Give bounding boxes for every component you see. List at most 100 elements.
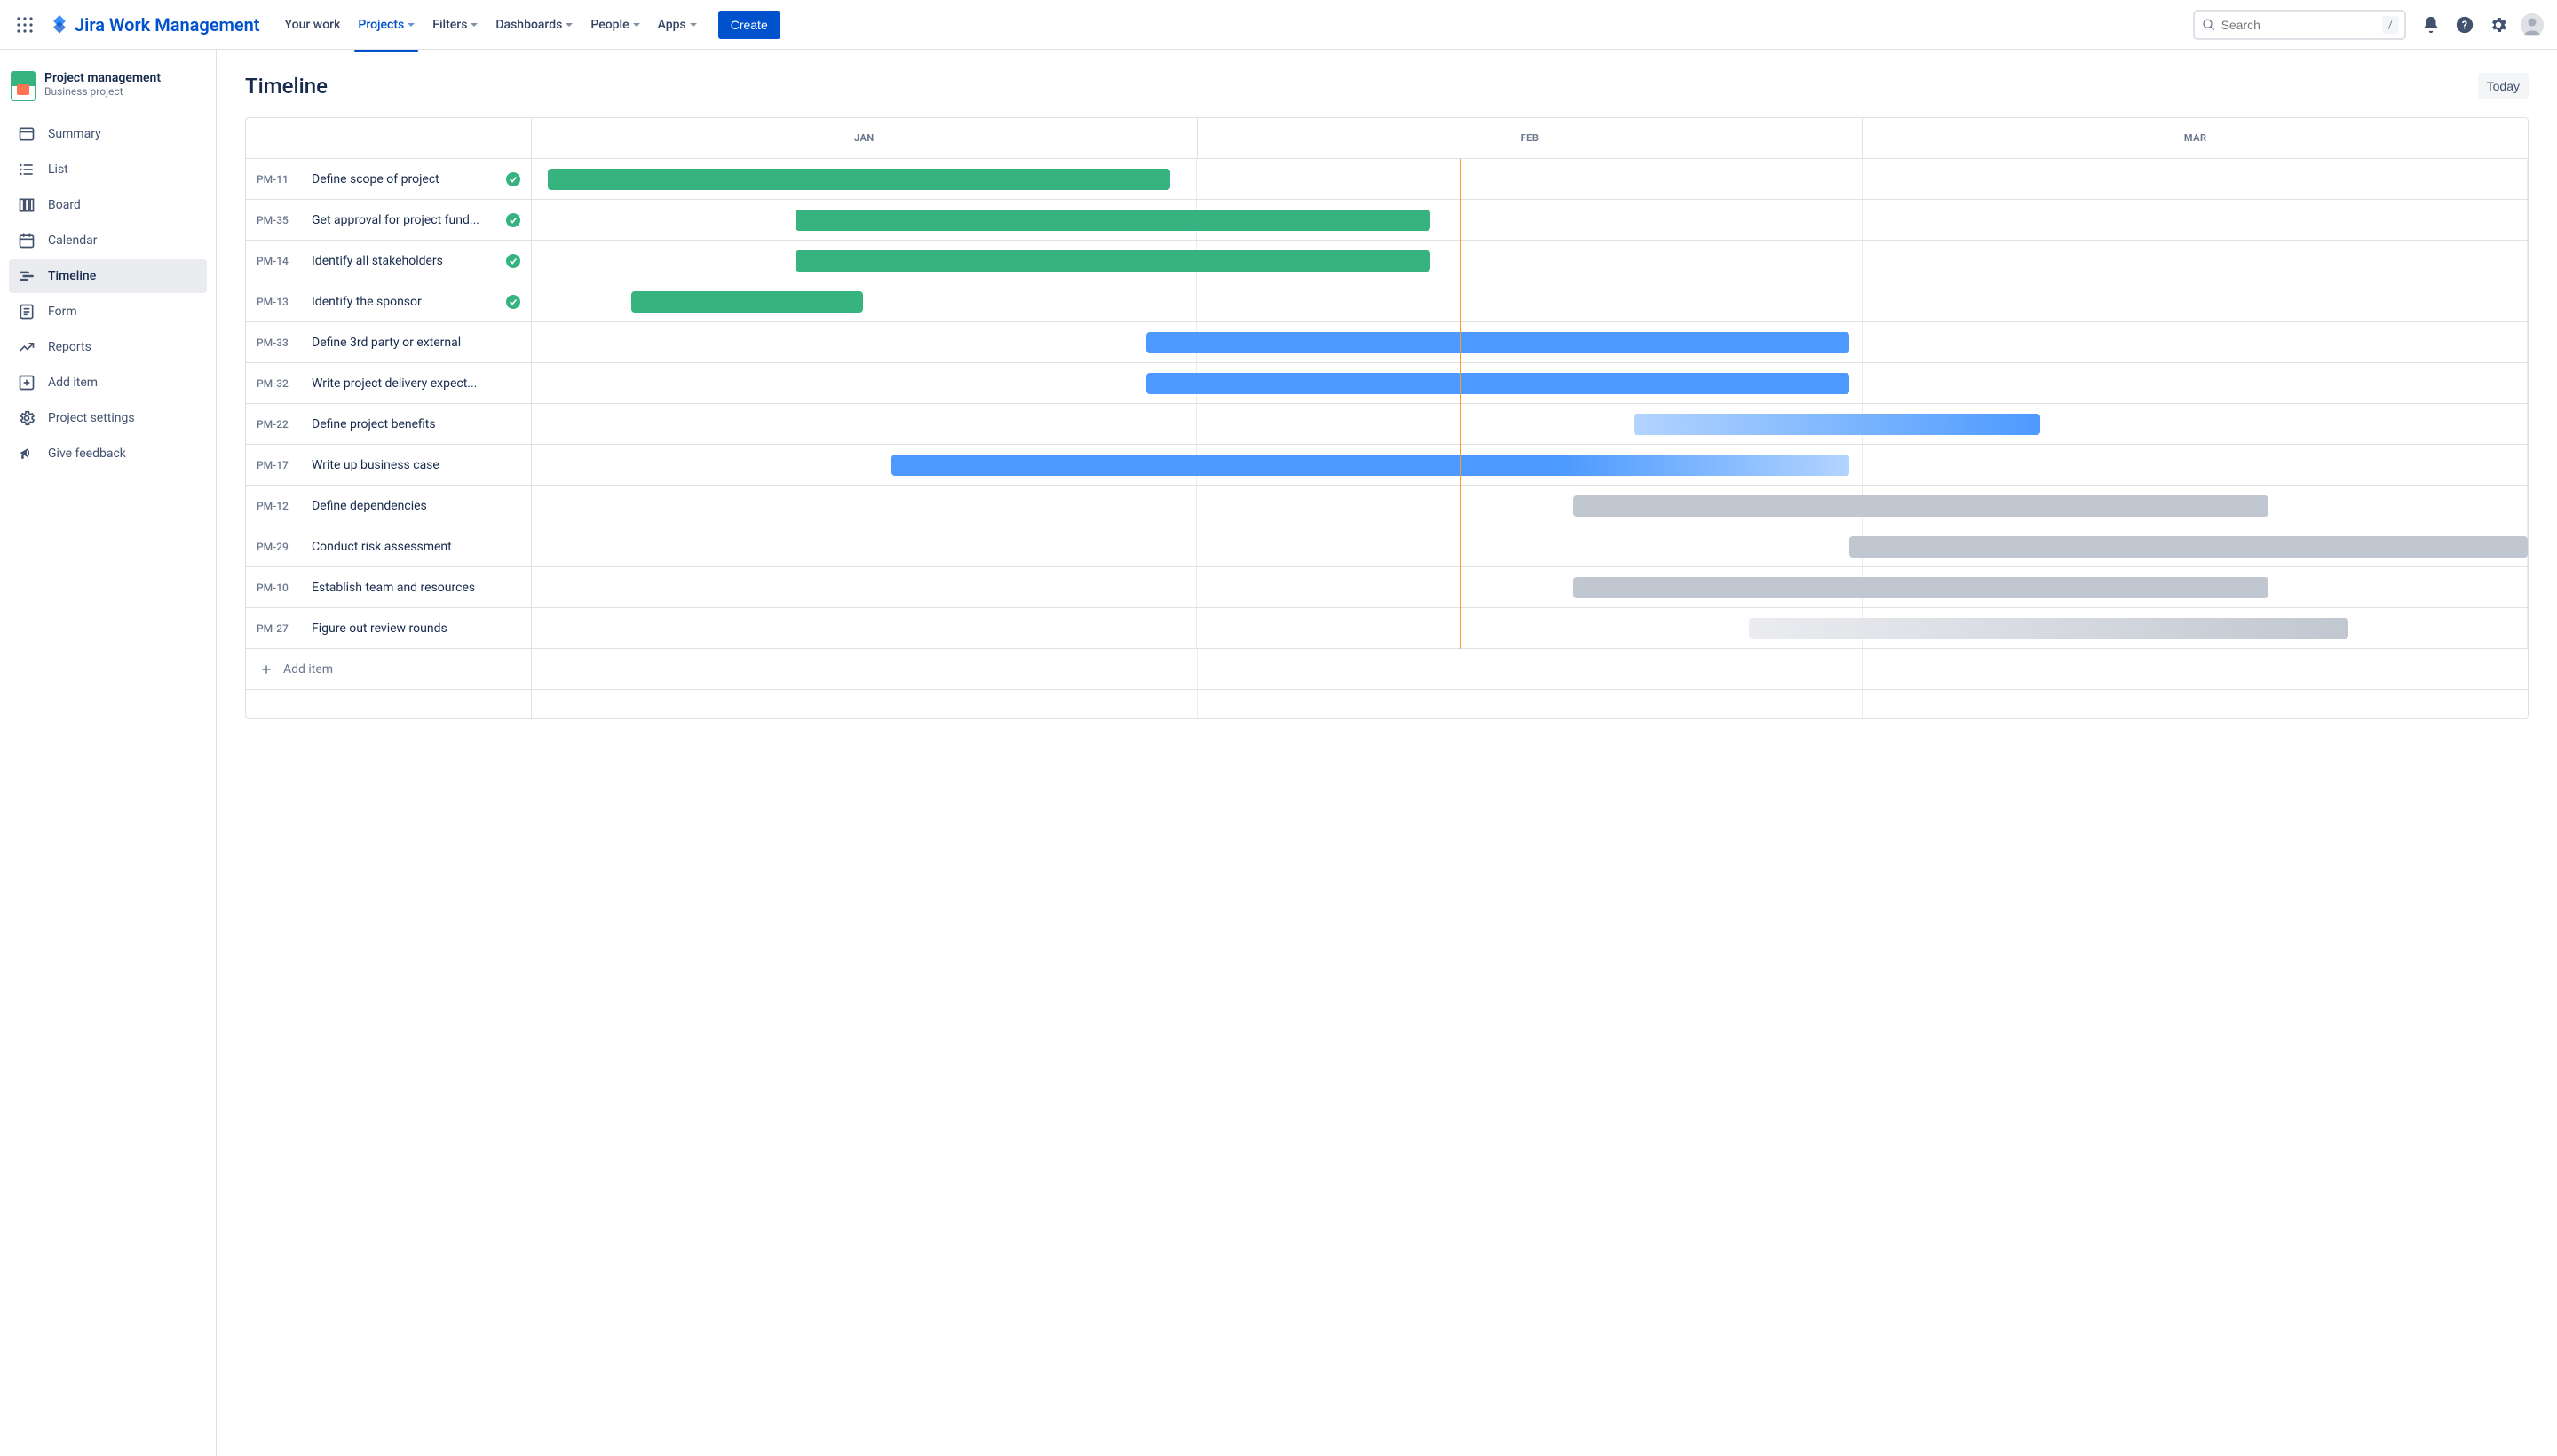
task-name: Write project delivery expect... (312, 376, 520, 391)
gantt-cell (532, 159, 2528, 199)
gantt-bar[interactable] (796, 210, 1430, 231)
sidebar-item-calendar[interactable]: Calendar (9, 224, 207, 257)
jira-icon (50, 15, 69, 35)
task-cell[interactable]: PM-33Define 3rd party or external (246, 322, 532, 362)
timeline-row: PM-29Conduct risk assessment (246, 526, 2528, 567)
task-name: Write up business case (312, 458, 520, 472)
product-logo[interactable]: Jira Work Management (43, 14, 267, 36)
gantt-bar[interactable] (1573, 577, 2268, 598)
page-title: Timeline (245, 74, 328, 99)
task-cell[interactable]: PM-35Get approval for project fund... (246, 200, 532, 240)
task-column-header (246, 118, 532, 159)
create-button[interactable]: Create (718, 11, 780, 39)
task-id: PM-13 (257, 296, 299, 308)
sidebar-item-project-settings[interactable]: Project settings (9, 401, 207, 435)
task-id: PM-35 (257, 214, 299, 226)
task-name: Figure out review rounds (312, 621, 520, 636)
project-header[interactable]: Project management Business project (9, 67, 207, 117)
month-header: FEB (1198, 118, 1864, 158)
gantt-bar[interactable] (796, 250, 1430, 272)
timeline-container: JANFEBMAR PM-11Define scope of projectPM… (245, 117, 2529, 719)
task-id: PM-29 (257, 541, 299, 553)
task-cell[interactable]: PM-27Figure out review rounds (246, 608, 532, 648)
nav-item-apps[interactable]: Apps (651, 12, 704, 37)
task-cell[interactable]: PM-10Establish team and resources (246, 567, 532, 607)
timeline-row: PM-35Get approval for project fund... (246, 200, 2528, 241)
sidebar-item-form[interactable]: Form (9, 295, 207, 328)
sidebar-item-label: Reports (48, 340, 91, 354)
sidebar-item-label: Form (48, 305, 77, 319)
task-cell[interactable]: PM-11 Define scope of project (246, 159, 532, 199)
gantt-bar[interactable] (1146, 373, 1848, 394)
notifications-icon[interactable] (2417, 11, 2445, 39)
gantt-bar[interactable] (1634, 414, 2041, 435)
project-icon (11, 71, 36, 101)
task-cell[interactable]: PM-17Write up business case (246, 445, 532, 485)
add-item-label: Add item (283, 662, 333, 677)
task-cell[interactable]: PM-29Conduct risk assessment (246, 526, 532, 566)
task-id: PM-11 (257, 173, 299, 186)
form-icon (18, 303, 36, 320)
add-item-button[interactable]: Add item (246, 649, 532, 690)
today-button[interactable]: Today (2478, 73, 2529, 99)
timeline-row: PM-11 Define scope of project (246, 159, 2528, 200)
sidebar-item-label: Board (48, 198, 81, 212)
task-name: Define dependencies (312, 499, 520, 513)
gantt-bar[interactable] (1749, 618, 2347, 639)
chevron-down-icon (633, 23, 640, 27)
sidebar-item-board[interactable]: Board (9, 188, 207, 222)
gantt-cell (532, 322, 2528, 362)
sidebar-item-summary[interactable]: Summary (9, 117, 207, 151)
task-cell[interactable]: PM-13Identify the sponsor (246, 281, 532, 321)
sidebar-item-list[interactable]: List (9, 153, 207, 186)
add-icon (18, 374, 36, 392)
nav-item-your-work[interactable]: Your work (278, 12, 348, 37)
task-cell[interactable]: PM-12Define dependencies (246, 486, 532, 526)
settings-icon[interactable] (2484, 11, 2513, 39)
gantt-cell (532, 445, 2528, 485)
app-switcher-icon[interactable] (11, 11, 39, 39)
gantt-bar[interactable] (891, 455, 1849, 476)
avatar-icon (2521, 13, 2544, 36)
timeline-row: PM-13Identify the sponsor (246, 281, 2528, 322)
settings-icon (18, 409, 36, 427)
task-cell[interactable]: PM-22Define project benefits (246, 404, 532, 444)
profile-avatar[interactable] (2518, 11, 2546, 39)
nav-item-dashboards[interactable]: Dashboards (488, 12, 580, 37)
gantt-bar[interactable] (1849, 536, 2528, 558)
sidebar-item-label: Calendar (48, 233, 98, 248)
timeline-row: PM-27Figure out review rounds (246, 608, 2528, 649)
month-header: MAR (1863, 118, 2528, 158)
sidebar-item-reports[interactable]: Reports (9, 330, 207, 364)
status-done-icon (506, 254, 520, 268)
task-id: PM-14 (257, 255, 299, 267)
board-icon (18, 196, 36, 214)
gantt-bar[interactable] (548, 169, 1170, 190)
chevron-down-icon (471, 23, 478, 27)
search-input-wrapper[interactable]: / (2193, 10, 2406, 40)
sidebar-item-give-feedback[interactable]: Give feedback (9, 437, 207, 471)
gantt-bar[interactable] (1146, 332, 1848, 353)
task-id: PM-22 (257, 418, 299, 431)
task-cell[interactable]: PM-32Write project delivery expect... (246, 363, 532, 403)
nav-item-projects[interactable]: Projects (351, 12, 422, 37)
help-icon[interactable]: ? (2450, 11, 2479, 39)
sidebar-item-timeline[interactable]: Timeline (9, 259, 207, 293)
gantt-bar[interactable] (1573, 495, 2268, 517)
plus-icon (260, 663, 273, 676)
timeline-body: PM-11 Define scope of project PM-35Get app… (246, 159, 2528, 649)
nav-item-filters[interactable]: Filters (425, 12, 485, 37)
sidebar-item-label: Give feedback (48, 447, 126, 461)
timeline-row: PM-32Write project delivery expect... (246, 363, 2528, 404)
summary-icon (18, 125, 36, 143)
task-cell[interactable]: PM-14Identify all stakeholders (246, 241, 532, 281)
task-name: Define scope of project (312, 172, 494, 186)
sidebar-item-label: List (48, 162, 68, 177)
gantt-bar[interactable] (631, 291, 863, 313)
sidebar-item-add-item[interactable]: Add item (9, 366, 207, 400)
task-name: Establish team and resources (312, 581, 520, 595)
search-input[interactable] (2221, 18, 2382, 32)
project-type: Business project (44, 85, 161, 98)
nav-item-people[interactable]: People (583, 12, 646, 37)
sidebar-nav: Summary List Board Calendar Timeline Form Repo… (9, 117, 207, 471)
